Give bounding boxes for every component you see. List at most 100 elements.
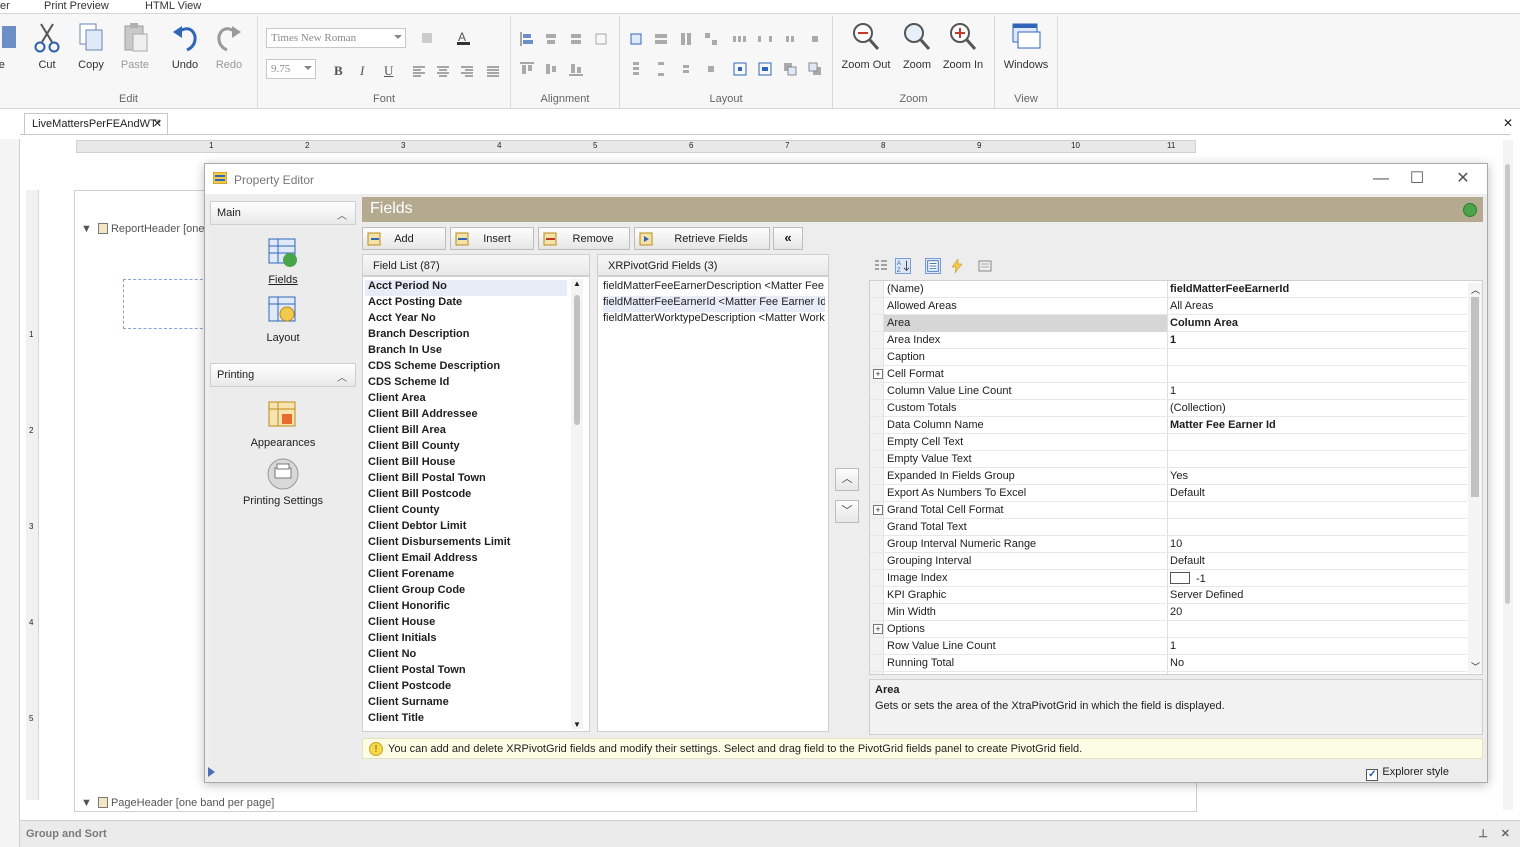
scroll-down-arrow-icon[interactable]: ▼ <box>573 720 581 729</box>
property-row[interactable]: Custom Totals (Collection) <box>870 400 1467 417</box>
events-lightning-icon[interactable] <box>949 258 965 274</box>
vertical-spacing-increase-icon[interactable] <box>653 61 669 77</box>
nav-group-printing[interactable]: Printing ︿ <box>210 363 356 387</box>
bring-to-front-icon[interactable] <box>782 61 798 77</box>
property-row[interactable]: Caption <box>870 349 1467 366</box>
nav-item-appearances[interactable]: Appearances <box>210 399 356 449</box>
field-list-item[interactable]: Client Email Address <box>368 552 568 568</box>
font-color-picker-icon[interactable] <box>420 30 436 46</box>
chevron-down-icon[interactable]: ﹀ <box>1471 660 1480 673</box>
vertical-spacing-decrease-icon[interactable] <box>678 61 694 77</box>
property-row[interactable]: Data Column Name Matter Fee Earner Id <box>870 417 1467 434</box>
property-value[interactable]: Yes <box>1170 470 1466 485</box>
property-value[interactable]: No <box>1170 657 1466 672</box>
zoom-in-button[interactable]: Zoom In <box>941 20 985 71</box>
field-list-item[interactable]: Acct Year No <box>368 312 568 328</box>
expand-plus-icon[interactable]: + <box>873 624 883 634</box>
windows-button[interactable]: Windows <box>1002 20 1050 71</box>
ribbon-tab-print-preview[interactable]: Print Preview <box>44 0 109 12</box>
field-list-item[interactable]: Client No <box>368 648 568 664</box>
property-value[interactable] <box>1170 504 1466 519</box>
align-bottoms-icon[interactable] <box>568 61 584 77</box>
property-value[interactable] <box>1170 368 1466 383</box>
sort-alphabetical-icon[interactable]: AZ <box>895 258 911 274</box>
remove-field-button[interactable]: Remove <box>538 227 630 250</box>
maximize-button[interactable]: ☐ <box>1407 169 1427 189</box>
move-up-button[interactable]: ︿ <box>835 468 859 491</box>
property-value[interactable]: fieldMatterFeeEarnerId <box>1170 283 1466 298</box>
property-row[interactable]: Min Width 20 <box>870 604 1467 621</box>
explorer-style-checkbox[interactable]: ✓ Explorer style <box>1366 766 1449 781</box>
move-down-button[interactable]: ﹀ <box>835 500 859 523</box>
nav-item-printing-settings[interactable]: Printing Settings <box>210 457 356 507</box>
pivot-fields-list[interactable]: fieldMatterFeeEarnerDescription <Matter … <box>597 276 829 732</box>
bold-button[interactable]: B <box>334 63 343 79</box>
field-list-item[interactable]: Client Area <box>368 392 568 408</box>
ribbon-cutoff-button[interactable]: re <box>0 20 22 71</box>
horizontal-spacing-equal-icon[interactable] <box>732 31 748 47</box>
nav-group-main[interactable]: Main ︿ <box>210 201 356 225</box>
font-size-combo[interactable]: 9.75 <box>266 59 316 79</box>
property-value[interactable]: Matter Fee Earner Id <box>1170 419 1466 434</box>
expand-plus-icon[interactable]: + <box>873 369 883 379</box>
same-height-icon[interactable] <box>678 31 694 47</box>
group-and-sort-panel[interactable]: Group and Sort ⊥ ✕ <box>20 820 1520 847</box>
field-list-item[interactable]: Client Bill Postal Town <box>368 472 568 488</box>
property-row[interactable]: Expanded In Fields Group Yes <box>870 468 1467 485</box>
underline-button[interactable]: U <box>384 63 393 79</box>
zoom-out-button[interactable]: Zoom Out <box>841 20 891 71</box>
field-list-item[interactable]: Acct Posting Date <box>368 296 568 312</box>
pivot-field-item[interactable]: fieldMatterFeeEarnerDescription <Matter … <box>603 280 825 296</box>
scrollbar-thumb[interactable] <box>1505 164 1510 604</box>
window-title-bar[interactable]: Property Editor — ☐ ✕ <box>205 164 1487 194</box>
font-name-combo[interactable]: Times New Roman <box>266 28 406 48</box>
property-value[interactable] <box>1170 453 1466 468</box>
italic-button[interactable]: I <box>360 63 364 79</box>
vertical-spacing-remove-icon[interactable] <box>703 61 719 77</box>
document-tab[interactable]: LiveMattersPerFEAndWT* ✕ <box>24 113 168 135</box>
ribbon-tab-html-view[interactable]: HTML View <box>145 0 201 12</box>
align-left-icon[interactable] <box>411 64 427 80</box>
property-row[interactable]: + Cell Format <box>870 366 1467 383</box>
text-color-icon[interactable]: A <box>456 30 476 46</box>
field-list-item[interactable]: Client Forename <box>368 568 568 584</box>
expand-icon[interactable] <box>1463 203 1477 217</box>
scrollbar-thumb[interactable] <box>574 295 580 425</box>
field-list-scrollbar[interactable]: ▲ ▼ <box>571 279 583 729</box>
align-middles-icon[interactable] <box>543 61 559 77</box>
property-value[interactable]: Server Defined <box>1170 589 1466 604</box>
align-right-icon[interactable] <box>459 64 475 80</box>
property-value[interactable] <box>1170 521 1466 536</box>
property-row[interactable]: Running Total No <box>870 655 1467 672</box>
align-to-grid-icon[interactable] <box>593 31 609 47</box>
property-row[interactable]: + Options <box>870 621 1467 638</box>
field-list-item[interactable]: Client Bill Addressee <box>368 408 568 424</box>
property-row[interactable]: (Name) fieldMatterFeeEarnerId <box>870 281 1467 298</box>
field-list-item[interactable]: Client Bill Postcode <box>368 488 568 504</box>
field-list-item[interactable]: Client House <box>368 616 568 632</box>
align-center-icon[interactable] <box>435 64 451 80</box>
property-row[interactable]: Allowed Areas All Areas <box>870 298 1467 315</box>
property-value[interactable]: Column Area <box>1170 317 1466 332</box>
property-row[interactable]: Area Column Area <box>870 315 1467 332</box>
send-to-back-icon[interactable] <box>807 61 823 77</box>
property-grid-scrollbar[interactable]: ︿ ﹀ <box>1468 283 1482 673</box>
field-list-item[interactable]: Client Group Code <box>368 584 568 600</box>
expand-arrow-icon[interactable] <box>208 767 215 777</box>
field-list-item[interactable]: CDS Scheme Id <box>368 376 568 392</box>
field-list-item[interactable]: Client Postal Town <box>368 664 568 680</box>
pivot-field-item[interactable]: fieldMatterWorktypeDescription <Matter W… <box>603 312 825 328</box>
property-row[interactable]: Row Value Line Count 1 <box>870 638 1467 655</box>
align-rights-icon[interactable] <box>568 31 584 47</box>
property-value[interactable]: All Areas <box>1170 300 1466 315</box>
horizontal-spacing-decrease-icon[interactable] <box>782 31 798 47</box>
property-value[interactable]: 10 <box>1170 538 1466 553</box>
property-value[interactable]: 1 <box>1170 385 1466 400</box>
nav-item-layout[interactable]: Layout <box>210 294 356 344</box>
close-icon[interactable]: ✕ <box>1503 116 1513 130</box>
same-width-icon[interactable] <box>653 31 669 47</box>
size-to-grid-icon[interactable] <box>628 31 644 47</box>
property-value[interactable]: Default <box>1170 555 1466 570</box>
cut-button[interactable]: Cut <box>25 20 69 71</box>
same-size-icon[interactable] <box>703 31 719 47</box>
